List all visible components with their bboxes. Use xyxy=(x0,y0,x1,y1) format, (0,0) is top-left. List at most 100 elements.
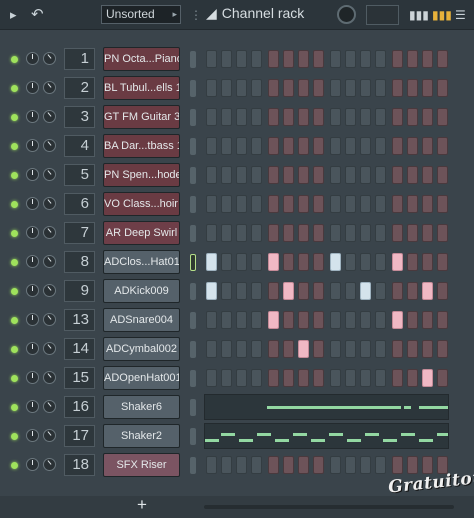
pan-knob[interactable] xyxy=(26,255,39,268)
channel-name-button[interactable]: ADSnare004 xyxy=(103,308,180,332)
step-button[interactable] xyxy=(236,108,247,126)
pan-knob[interactable] xyxy=(26,400,39,413)
step-button[interactable] xyxy=(206,79,217,97)
step-button[interactable] xyxy=(392,369,403,387)
mixer-track-number[interactable]: 6 xyxy=(64,193,95,215)
step-button[interactable] xyxy=(392,79,403,97)
step-button[interactable] xyxy=(313,50,324,68)
step-button[interactable] xyxy=(422,79,433,97)
volume-knob[interactable] xyxy=(43,52,56,65)
step-button[interactable] xyxy=(251,224,262,242)
step-button[interactable] xyxy=(236,340,247,358)
step-button[interactable] xyxy=(251,108,262,126)
channel-select-toggle[interactable] xyxy=(190,312,196,329)
step-button[interactable] xyxy=(313,311,324,329)
step-button[interactable] xyxy=(298,195,309,213)
channel-select-toggle[interactable] xyxy=(190,283,196,300)
step-button[interactable] xyxy=(298,340,309,358)
step-button[interactable] xyxy=(313,108,324,126)
pan-knob[interactable] xyxy=(26,429,39,442)
step-button[interactable] xyxy=(313,166,324,184)
channel-name-button[interactable]: PN Octa...Piano xyxy=(103,47,180,71)
step-button[interactable] xyxy=(268,282,279,300)
pan-knob[interactable] xyxy=(26,226,39,239)
step-button[interactable] xyxy=(437,50,448,68)
step-button[interactable] xyxy=(206,108,217,126)
step-button[interactable] xyxy=(422,50,433,68)
pan-knob[interactable] xyxy=(26,52,39,65)
step-button[interactable] xyxy=(360,50,371,68)
step-button[interactable] xyxy=(283,50,294,68)
step-button[interactable] xyxy=(422,456,433,474)
channel-select-toggle[interactable] xyxy=(190,457,196,474)
step-button[interactable] xyxy=(313,456,324,474)
step-button[interactable] xyxy=(360,166,371,184)
step-button[interactable] xyxy=(313,340,324,358)
step-button[interactable] xyxy=(437,166,448,184)
step-button[interactable] xyxy=(268,456,279,474)
step-button[interactable] xyxy=(375,369,386,387)
step-button[interactable] xyxy=(221,340,232,358)
step-button[interactable] xyxy=(422,311,433,329)
step-button[interactable] xyxy=(298,456,309,474)
mixer-track-number[interactable]: 14 xyxy=(64,338,95,360)
step-button[interactable] xyxy=(298,369,309,387)
step-button[interactable] xyxy=(345,282,356,300)
pan-knob[interactable] xyxy=(26,81,39,94)
step-button[interactable] xyxy=(268,166,279,184)
channel-select-toggle[interactable] xyxy=(190,167,196,184)
step-sequencer-icon[interactable]: ▮▮▮ xyxy=(432,8,452,22)
step-button[interactable] xyxy=(283,195,294,213)
step-button[interactable] xyxy=(375,79,386,97)
step-button[interactable] xyxy=(298,166,309,184)
mixer-track-number[interactable]: 1 xyxy=(64,48,95,70)
step-button[interactable] xyxy=(375,282,386,300)
mute-led[interactable] xyxy=(11,114,18,121)
step-button[interactable] xyxy=(251,253,262,271)
undo-icon[interactable]: ↶ xyxy=(31,0,44,30)
step-button[interactable] xyxy=(345,195,356,213)
step-button[interactable] xyxy=(236,369,247,387)
step-button[interactable] xyxy=(330,50,341,68)
step-button[interactable] xyxy=(392,456,403,474)
mixer-track-number[interactable]: 4 xyxy=(64,135,95,157)
step-button[interactable] xyxy=(236,253,247,271)
mute-led[interactable] xyxy=(11,288,18,295)
channel-select-toggle[interactable] xyxy=(190,225,196,242)
step-button[interactable] xyxy=(345,79,356,97)
pan-knob[interactable] xyxy=(26,342,39,355)
step-button[interactable] xyxy=(313,224,324,242)
step-button[interactable] xyxy=(236,224,247,242)
step-button[interactable] xyxy=(298,79,309,97)
step-button[interactable] xyxy=(360,108,371,126)
step-button[interactable] xyxy=(437,224,448,242)
mixer-track-number[interactable]: 13 xyxy=(64,309,95,331)
volume-knob[interactable] xyxy=(43,458,56,471)
step-button[interactable] xyxy=(206,166,217,184)
step-button[interactable] xyxy=(345,456,356,474)
step-button[interactable] xyxy=(206,282,217,300)
mixer-track-number[interactable]: 5 xyxy=(64,164,95,186)
step-button[interactable] xyxy=(360,369,371,387)
step-button[interactable] xyxy=(330,311,341,329)
step-button[interactable] xyxy=(268,311,279,329)
step-button[interactable] xyxy=(392,195,403,213)
channel-name-button[interactable]: BA Dar...tbass 1 xyxy=(103,134,180,158)
channel-name-button[interactable]: Shaker6 xyxy=(103,395,180,419)
step-button[interactable] xyxy=(345,108,356,126)
step-button[interactable] xyxy=(392,137,403,155)
pan-knob[interactable] xyxy=(26,458,39,471)
step-button[interactable] xyxy=(407,195,418,213)
volume-knob[interactable] xyxy=(43,255,56,268)
step-button[interactable] xyxy=(313,369,324,387)
step-button[interactable] xyxy=(407,282,418,300)
step-button[interactable] xyxy=(283,137,294,155)
volume-knob[interactable] xyxy=(43,168,56,181)
group-filter-dropdown[interactable]: Unsorted ▸ xyxy=(101,5,181,24)
step-button[interactable] xyxy=(392,50,403,68)
step-button[interactable] xyxy=(283,311,294,329)
volume-knob[interactable] xyxy=(43,371,56,384)
channel-select-toggle[interactable] xyxy=(190,51,196,68)
step-button[interactable] xyxy=(392,340,403,358)
play-arrow-icon[interactable]: ▸ xyxy=(10,0,17,30)
